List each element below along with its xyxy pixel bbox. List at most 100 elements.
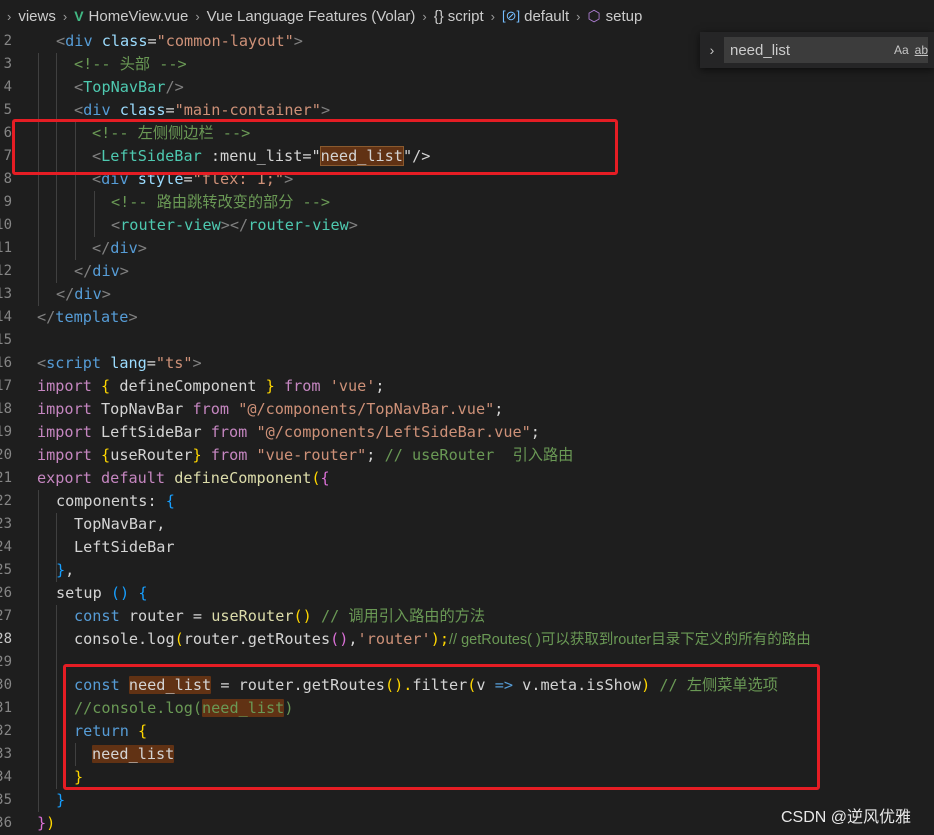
line-number: 7 (3, 148, 12, 164)
line-number: 25 (0, 562, 12, 578)
chevron-right-icon: › (195, 8, 200, 24)
code-line: } (56, 791, 66, 809)
code-editor[interactable]: 2 3 4 5 6 7 8 9 10 11 12 13 14 15 16 17 … (0, 30, 934, 832)
line-number: 18 (0, 401, 12, 417)
line-number: 29 (0, 654, 12, 670)
chevron-right-icon: › (422, 8, 427, 24)
line-number: 6 (3, 125, 12, 141)
line-number: 21 (0, 470, 12, 486)
line-number: 10 (0, 217, 12, 233)
line-number: 13 (0, 286, 12, 302)
code-line: <!-- 路由跳转改变的部分 --> (111, 193, 330, 211)
code-line: <div style="flex: 1;"> (92, 170, 294, 188)
line-number: 26 (0, 585, 12, 601)
code-line: <!-- 左侧侧边栏 --> (92, 124, 251, 142)
search-match: need_list (92, 745, 175, 763)
find-widget: › need_list Aa ab (700, 32, 934, 68)
line-number: 15 (0, 332, 12, 348)
line-number: 23 (0, 516, 12, 532)
chevron-right-icon: › (7, 8, 12, 24)
indent-guide (75, 122, 76, 260)
line-number: 19 (0, 424, 12, 440)
code-line: import { defineComponent } from 'vue'; (37, 377, 385, 395)
code-line: <router-view></router-view> (111, 216, 358, 234)
vue-file-icon: V (74, 8, 84, 24)
code-line: <div class="common-layout"> (56, 32, 303, 50)
code-line: <script lang="ts"> (37, 354, 202, 372)
code-line: import {useRouter} from "vue-router"; //… (37, 446, 574, 464)
code-line: setup () { (56, 584, 148, 602)
indent-guide (94, 191, 95, 237)
breadcrumb-label: HomeView.vue (88, 7, 189, 25)
code-line: TopNavBar, (74, 515, 166, 533)
code-line: const router = useRouter() // 调用引入路由的方法 (74, 607, 486, 625)
line-number: 33 (0, 746, 12, 762)
code-line: </div> (74, 262, 129, 280)
code-line: <LeftSideBar :menu_list="need_list"/> (92, 146, 431, 166)
code-line: import TopNavBar from "@/components/TopN… (37, 400, 504, 418)
chevron-right-icon: › (576, 8, 581, 24)
match-whole-word-toggle[interactable]: ab (915, 43, 928, 57)
line-number-active: 28 (0, 631, 12, 647)
find-query: need_list (730, 41, 791, 59)
search-match: need_list (319, 146, 404, 166)
code-line: LeftSideBar (74, 538, 175, 556)
breadcrumb-item-script[interactable]: {} script (434, 8, 484, 25)
code-line: components: { (56, 492, 175, 510)
code-line: return { (74, 722, 148, 740)
line-number: 3 (3, 56, 12, 72)
find-input[interactable]: need_list Aa ab (724, 37, 928, 63)
code-line: }, (56, 561, 75, 579)
breadcrumb-label: setup (605, 7, 643, 25)
line-number: 30 (0, 677, 12, 693)
line-number: 12 (0, 263, 12, 279)
search-match: need_list (202, 699, 285, 717)
breadcrumb-label: views (18, 7, 56, 25)
indent-guide (56, 53, 57, 283)
chevron-right-icon: › (62, 8, 68, 24)
indent-guide (75, 743, 76, 766)
indent-guide (38, 53, 39, 306)
line-number: 22 (0, 493, 12, 509)
method-cube-icon: ⬡ (587, 8, 601, 25)
indent-guide (56, 605, 57, 789)
braces-icon: {} (433, 7, 444, 25)
line-number: 17 (0, 378, 12, 394)
line-number: 16 (0, 355, 12, 371)
line-number: 20 (0, 447, 12, 463)
line-number: 8 (3, 171, 12, 187)
line-number: 32 (0, 723, 12, 739)
breadcrumb-item-setup[interactable]: ⬡ setup (587, 7, 643, 26)
breadcrumb-item-language[interactable]: Vue Language Features (Volar) (207, 8, 416, 25)
line-number: 9 (3, 194, 12, 210)
breadcrumb-label: default (524, 7, 570, 25)
breadcrumb-item-default[interactable]: [⊘] default (502, 8, 569, 25)
line-number: 4 (3, 79, 12, 95)
line-number: 27 (0, 608, 12, 624)
line-number: 31 (0, 700, 12, 716)
line-number: 34 (0, 769, 12, 785)
chevron-right-icon: › (490, 8, 495, 24)
line-number: 2 (3, 33, 12, 49)
line-number: 5 (3, 102, 12, 118)
code-line: need_list (92, 743, 175, 766)
code-line: import LeftSideBar from "@/components/Le… (37, 423, 540, 441)
code-line: <!-- 头部 --> (74, 55, 187, 73)
breadcrumb: › views › V HomeView.vue › Vue Language … (0, 0, 934, 32)
toggle-replace-chevron-icon[interactable]: › (700, 42, 724, 58)
code-line: </div> (92, 239, 147, 257)
symbol-variable-icon: [⊘] (501, 8, 521, 23)
line-number: 35 (0, 792, 12, 808)
watermark: CSDN @逆风优雅 (781, 809, 912, 826)
code-line: <TopNavBar/> (74, 78, 184, 96)
breadcrumb-label: Vue Language Features (Volar) (206, 7, 416, 25)
code-line: export default defineComponent({ (37, 469, 330, 487)
line-number: 14 (0, 309, 12, 325)
breadcrumb-item-views[interactable]: › views (0, 8, 56, 25)
breadcrumb-label: script (447, 7, 484, 25)
indent-guide (38, 490, 39, 812)
code-line: //console.log(need_list) (74, 699, 294, 717)
match-case-toggle[interactable]: Aa (894, 43, 909, 57)
breadcrumb-item-file[interactable]: V HomeView.vue (74, 8, 188, 25)
line-number-gutter: 2 3 4 5 6 7 8 9 10 11 12 13 14 15 16 17 … (0, 30, 14, 832)
